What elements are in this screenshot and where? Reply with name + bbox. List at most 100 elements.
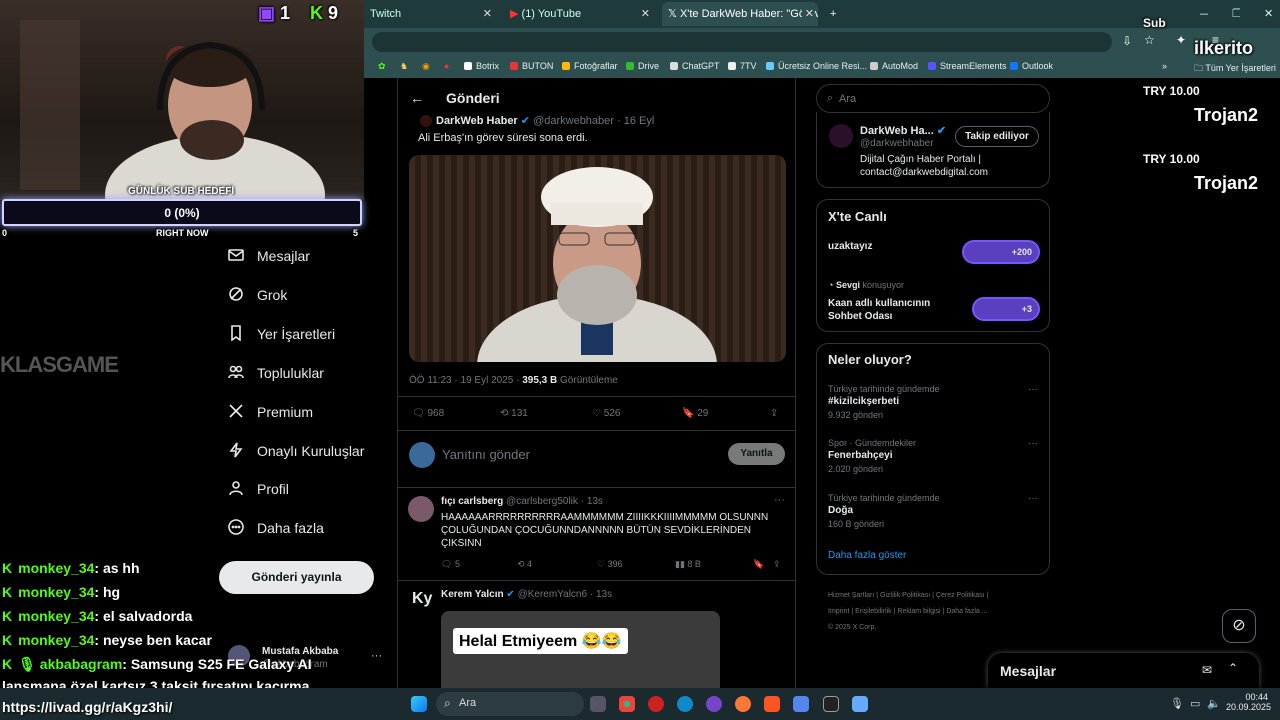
bookmark-7tv[interactable]: 7TV: [728, 61, 757, 71]
reply-input[interactable]: Yanıtını gönder: [442, 447, 530, 462]
profile-name[interactable]: DarkWeb Ha...: [860, 125, 934, 137]
tor-icon[interactable]: [706, 696, 722, 712]
bookmarks-overflow-icon[interactable]: »: [1162, 61, 1167, 71]
bookmark-drive[interactable]: Drive: [626, 61, 659, 71]
avatar[interactable]: Ky: [412, 590, 432, 608]
post-image[interactable]: [409, 155, 786, 362]
space-title[interactable]: uzaktayız: [828, 241, 872, 252]
reply-image[interactable]: Helal Etmiyeem 😂😂: [441, 611, 720, 688]
share-icon[interactable]: ⇪: [773, 559, 781, 570]
views-action[interactable]: ▮▮ 8 B: [675, 559, 701, 570]
expand-icon[interactable]: ⌃: [1228, 661, 1238, 675]
account-menu-icon[interactable]: ···: [371, 650, 382, 662]
avatar[interactable]: [420, 115, 432, 127]
bookmark-icon[interactable]: 🔖: [753, 559, 764, 570]
bookmark-icon-4[interactable]: ●: [444, 61, 449, 71]
post-handle[interactable]: @darkwebhaber: [533, 115, 614, 127]
app-icon[interactable]: [852, 696, 868, 712]
network-icon[interactable]: ▭: [1190, 697, 1200, 710]
like-action[interactable]: ♡ 526: [592, 408, 620, 419]
more-icon[interactable]: ···: [1028, 438, 1038, 449]
edge-icon[interactable]: [677, 696, 693, 712]
share-icon[interactable]: ⇪: [770, 408, 778, 419]
more-icon[interactable]: ···: [1028, 493, 1038, 504]
webcam-person: [20, 20, 325, 200]
back-arrow-icon[interactable]: ←: [410, 90, 424, 106]
post-date[interactable]: 16 Eyl: [624, 115, 655, 127]
close-icon[interactable]: ✕: [641, 2, 650, 26]
trend-item[interactable]: Türkiye tarihinde gündemde #kizilcikşerb…: [828, 384, 1038, 420]
chat-message: K 🎙 akbabagram: Samsung S25 FE Galaxy AI: [2, 656, 312, 672]
close-icon[interactable]: ✕: [801, 2, 814, 26]
views-count[interactable]: 395,3 B: [522, 375, 557, 386]
tab-x-post[interactable]: 𝕏 X'te DarkWeb Haber: "Görev sü✕: [662, 2, 818, 26]
tab-youtube[interactable]: ▶ (1) YouTube ✕: [504, 2, 654, 26]
donation-amount: TRY 10.00: [1143, 84, 1200, 98]
messages-dock[interactable]: Mesajlar ✉ ⌃: [988, 653, 1259, 688]
post-button[interactable]: Gönderi yayınla: [219, 561, 374, 594]
reply-author[interactable]: fıçı carlsberg: [441, 496, 503, 507]
space-title[interactable]: Kaan adlı kullanıcının Sohbet Odası: [828, 297, 948, 323]
brave-icon[interactable]: [764, 696, 780, 712]
chrome-icon[interactable]: [619, 696, 635, 712]
reply-action[interactable]: 🗨 968: [412, 408, 444, 419]
reply-button[interactable]: Yanıtla: [728, 443, 785, 465]
post-author[interactable]: DarkWeb Haber: [436, 115, 518, 127]
all-bookmarks[interactable]: 🗀 Tüm Yer İşaretleri: [1194, 61, 1276, 77]
repost-action[interactable]: ⟲ 4: [517, 559, 532, 570]
tab-twitch[interactable]: Twitch ✕: [364, 2, 496, 26]
bookmark-automod[interactable]: AutoMod: [870, 61, 918, 71]
bookmark-image-tool[interactable]: Ücretsiz Online Resi...: [766, 61, 867, 71]
obs-icon[interactable]: [823, 696, 839, 712]
profile-handle[interactable]: @darkwebhaber: [860, 138, 934, 149]
trend-item[interactable]: Türkiye tarihinde gündemde Doğa 160 B gö…: [828, 493, 1038, 529]
new-message-icon[interactable]: ✉: [1202, 663, 1212, 677]
bookmark-botrix[interactable]: Botrix: [464, 61, 499, 71]
bookmark-icon-2[interactable]: ♞: [400, 61, 408, 72]
new-tab-button[interactable]: +: [824, 2, 840, 26]
restore-button[interactable]: ❐: [1226, 2, 1240, 26]
trend-item[interactable]: Spor · Gündemdekiler Fenerbahçeyi 2.020 …: [828, 438, 1038, 474]
space-join-button[interactable]: +3: [972, 297, 1040, 321]
minimize-button[interactable]: —: [1194, 2, 1208, 26]
address-bar-row: ⇩ ☆ ✦ ≡: [364, 28, 1280, 56]
volume-icon[interactable]: 🔈: [1207, 697, 1221, 710]
show-more-link[interactable]: Daha fazla göster: [828, 550, 906, 561]
url-field[interactable]: [372, 32, 1112, 52]
windows-start-icon[interactable]: [411, 696, 427, 712]
mic-tray-icon[interactable]: 🎙: [1170, 697, 1184, 710]
bookmark-buton[interactable]: BUTON: [510, 61, 553, 71]
user-avatar[interactable]: [409, 442, 435, 468]
reply-author[interactable]: Kerem Yalcın: [441, 589, 504, 600]
like-action[interactable]: ♡ 396: [597, 559, 623, 570]
bookmark-icon-3[interactable]: ◉: [422, 61, 430, 72]
streamelements-icon: [928, 62, 936, 70]
bookmark-action[interactable]: 🔖 29: [682, 408, 708, 419]
opera-icon[interactable]: [648, 696, 664, 712]
more-icon[interactable]: ···: [774, 494, 785, 506]
bookmark-icon-1[interactable]: ✿: [378, 61, 386, 72]
search-box[interactable]: ⌕ Ara: [816, 84, 1050, 113]
taskbar-search[interactable]: ⌕ Ara: [436, 692, 584, 716]
avatar[interactable]: [408, 496, 434, 522]
follow-button[interactable]: Takip ediliyor: [955, 126, 1039, 147]
close-window-button[interactable]: ✕: [1258, 2, 1272, 26]
bookmark-chatgpt[interactable]: ChatGPT: [670, 61, 720, 71]
extensions-icon[interactable]: ✦: [1176, 33, 1186, 47]
reply-action[interactable]: 🗨 5: [441, 559, 460, 570]
repost-action[interactable]: ⟲ 131: [500, 408, 528, 419]
firefox-icon[interactable]: [735, 696, 751, 712]
avatar[interactable]: [829, 124, 853, 148]
bookmark-streamelements[interactable]: StreamElements: [928, 61, 1007, 71]
star-icon[interactable]: ☆: [1144, 33, 1155, 47]
close-icon[interactable]: ✕: [483, 2, 492, 26]
space-join-button[interactable]: +200: [962, 240, 1040, 264]
discord-icon[interactable]: [793, 696, 809, 712]
more-icon[interactable]: ···: [1028, 384, 1038, 395]
install-icon[interactable]: ⇩: [1122, 34, 1132, 48]
clock[interactable]: 00:44 20.09.2025: [1226, 692, 1271, 712]
grok-fab-icon[interactable]: ⊘: [1222, 609, 1256, 643]
task-view-icon[interactable]: [590, 696, 606, 712]
bookmark-photos[interactable]: Fotoğraflar: [562, 61, 618, 71]
bookmark-outlook[interactable]: Outlook: [1010, 61, 1053, 71]
